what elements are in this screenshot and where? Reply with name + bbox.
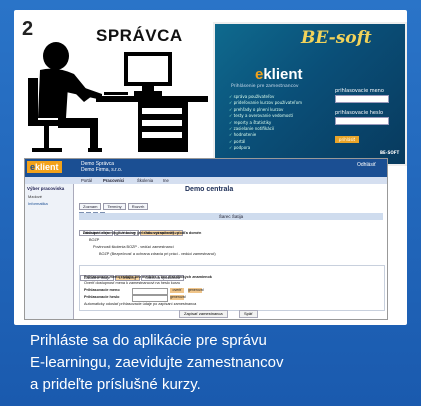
corner-logo: BE-SOFT bbox=[380, 150, 400, 155]
logo-rest: klient bbox=[263, 66, 303, 83]
app-logo-rest: klient bbox=[35, 162, 59, 172]
enroll-employee-button[interactable]: Zapísať zamestnanca bbox=[179, 310, 228, 318]
feature-item: prideľovanie kurzov používateľom bbox=[229, 100, 302, 106]
menu-tab-ine[interactable]: Ine bbox=[163, 178, 169, 183]
eklient-logo: eklient bbox=[255, 66, 303, 83]
caption: Prihláste sa do aplikácie pre správu E-l… bbox=[30, 330, 400, 396]
login-name-label: Prihlasovacie meno bbox=[84, 288, 120, 292]
employee-header: Šarec Šatija bbox=[79, 213, 383, 220]
caption-line: a prideľte príslušné kurzy. bbox=[30, 376, 201, 393]
sidebar-title: Výber pracoviska bbox=[27, 186, 65, 191]
login-name-input[interactable] bbox=[132, 288, 168, 295]
course-item[interactable]: BOZP (Bezpečnosť a ochrana zdravia pri p… bbox=[99, 252, 216, 256]
brand-logo: BE-soft bbox=[301, 28, 372, 48]
app-header bbox=[25, 159, 387, 177]
menu-tab-skolenia[interactable]: Školenia bbox=[137, 178, 153, 183]
administrator-illustration bbox=[28, 42, 208, 152]
main-menu bbox=[25, 177, 387, 184]
login-subtitle: Prihlásenie pre zamestnancov bbox=[231, 84, 299, 89]
username-input[interactable] bbox=[335, 95, 389, 103]
login-screenshot: BE-soft eklient Prihlásenie pre zamestna… bbox=[213, 22, 407, 166]
back-button[interactable]: Späť bbox=[239, 310, 258, 318]
course-domain[interactable]: BOZP bbox=[89, 238, 99, 242]
check-button[interactable]: overiť bbox=[170, 288, 184, 293]
course-list-title: Dostupné elearningové kurzy (zelenou vyz… bbox=[83, 231, 202, 235]
logout-link[interactable]: Odhlásiť bbox=[357, 162, 376, 168]
app-screenshot: eklient Demo Správca Demo Firma, s.r.o. … bbox=[24, 158, 388, 320]
menu-tab-pracovnici[interactable]: Pracovníci bbox=[103, 178, 124, 183]
sidebar-item[interactable]: Mzdové bbox=[25, 193, 73, 200]
password-label: prihlasovacie heslo bbox=[335, 110, 384, 116]
caption-line: Prihláste sa do aplikácie pre správu bbox=[30, 332, 267, 349]
sidebar: Výber pracoviska Mzdové Informatika bbox=[25, 184, 74, 319]
feature-item: podpora bbox=[229, 145, 302, 151]
login-section: Základné údaje E-learning Odborná spôsobil… bbox=[79, 265, 385, 311]
caption-line: E-learningu, zaevidujte zamestnancov bbox=[30, 354, 284, 371]
tab-rozvrh[interactable]: Rozvrh bbox=[127, 203, 149, 210]
feature-item: testy a overovanie vedomostí bbox=[229, 113, 302, 119]
password-input[interactable] bbox=[335, 117, 389, 125]
header-company: Demo Firma, s.r.o. bbox=[81, 167, 123, 173]
app-logo: eklient bbox=[27, 161, 62, 173]
login-hint: Prihlasovacie meno zadajte bez medzier s… bbox=[84, 275, 212, 279]
password-label: Prihlasovacie heslo bbox=[84, 295, 120, 299]
generate-password-button[interactable]: generovať bbox=[170, 295, 186, 300]
feature-list: správa používateľov prideľovanie kurzov … bbox=[229, 94, 302, 152]
auto-send-checkbox[interactable]: Automaticky odoslať prihlasovacie údaje … bbox=[84, 302, 196, 306]
step-number: 2 bbox=[22, 18, 34, 40]
password-input[interactable] bbox=[132, 295, 168, 302]
role-title: SPRÁVCA bbox=[96, 26, 183, 45]
page-title: Demo centrala bbox=[185, 186, 234, 193]
course-group[interactable]: Povinnosti školenia BOZP - vedúci zamest… bbox=[93, 245, 174, 249]
sidebar-item[interactable]: Informatika bbox=[25, 200, 73, 207]
detail-tabs: Základné údaje E-learning Odborná spôsobil… bbox=[79, 221, 184, 239]
menu-tab-portal[interactable]: Portál bbox=[81, 178, 92, 183]
generate-button[interactable]: generovať bbox=[188, 288, 204, 293]
header-user-info: Demo Správca Demo Firma, s.r.o. bbox=[81, 161, 122, 173]
login-button[interactable]: prihlásiť bbox=[335, 136, 359, 143]
login-hint-2: Overiť dostupnosť mena k zamestnancovi n… bbox=[84, 281, 181, 285]
username-label: prihlasovacie meno bbox=[335, 88, 384, 94]
toolbar bbox=[79, 204, 119, 217]
